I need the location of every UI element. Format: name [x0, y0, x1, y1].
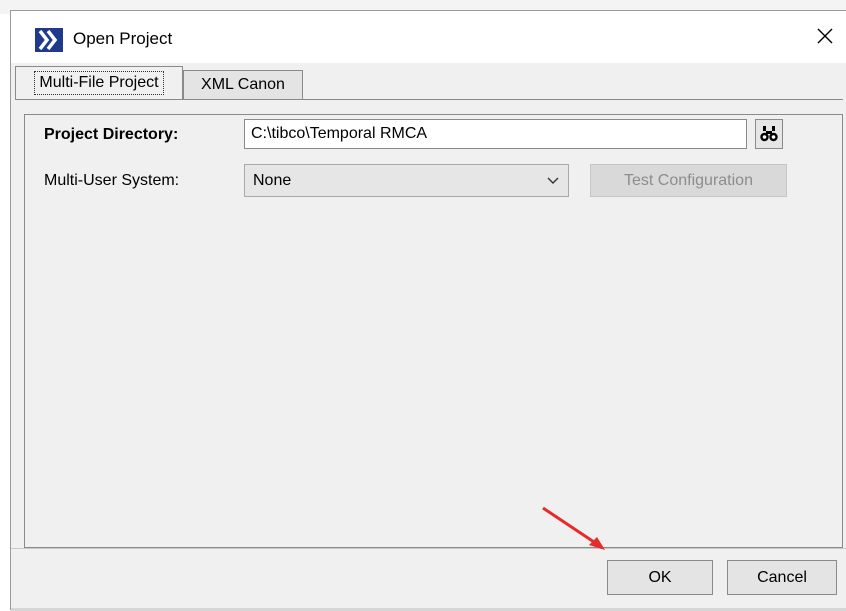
tibco-logo-icon [35, 28, 63, 52]
chevron-down-icon [547, 177, 559, 184]
cancel-button[interactable]: Cancel [727, 560, 837, 595]
tab-xml-canon[interactable]: XML Canon [183, 70, 303, 99]
tab-multi-file-project[interactable]: Multi-File Project [15, 66, 183, 99]
footer-divider [11, 548, 846, 549]
title-bar: Open Project [11, 11, 846, 63]
browse-directory-button[interactable] [755, 119, 783, 149]
tab-strip-divider [15, 99, 843, 100]
project-directory-input[interactable] [244, 119, 747, 149]
multi-user-system-label: Multi-User System: [44, 172, 180, 189]
project-directory-label: Project Directory: [44, 126, 179, 143]
close-icon [817, 28, 833, 44]
annotation-arrow-icon [542, 506, 605, 550]
window-title: Open Project [73, 29, 173, 48]
multi-user-system-select[interactable]: None [244, 164, 569, 197]
ok-button[interactable]: OK [607, 560, 713, 595]
tab-xml-canon-label: XML Canon [201, 76, 285, 93]
close-button[interactable] [810, 21, 840, 51]
binoculars-icon [760, 126, 778, 142]
test-configuration-button[interactable]: Test Configuration [590, 164, 787, 197]
open-project-dialog: Open Project Multi-File Project XML Cano… [10, 10, 846, 611]
tab-multi-file-project-label: Multi-File Project [34, 71, 164, 95]
multi-user-system-value: None [253, 171, 292, 189]
